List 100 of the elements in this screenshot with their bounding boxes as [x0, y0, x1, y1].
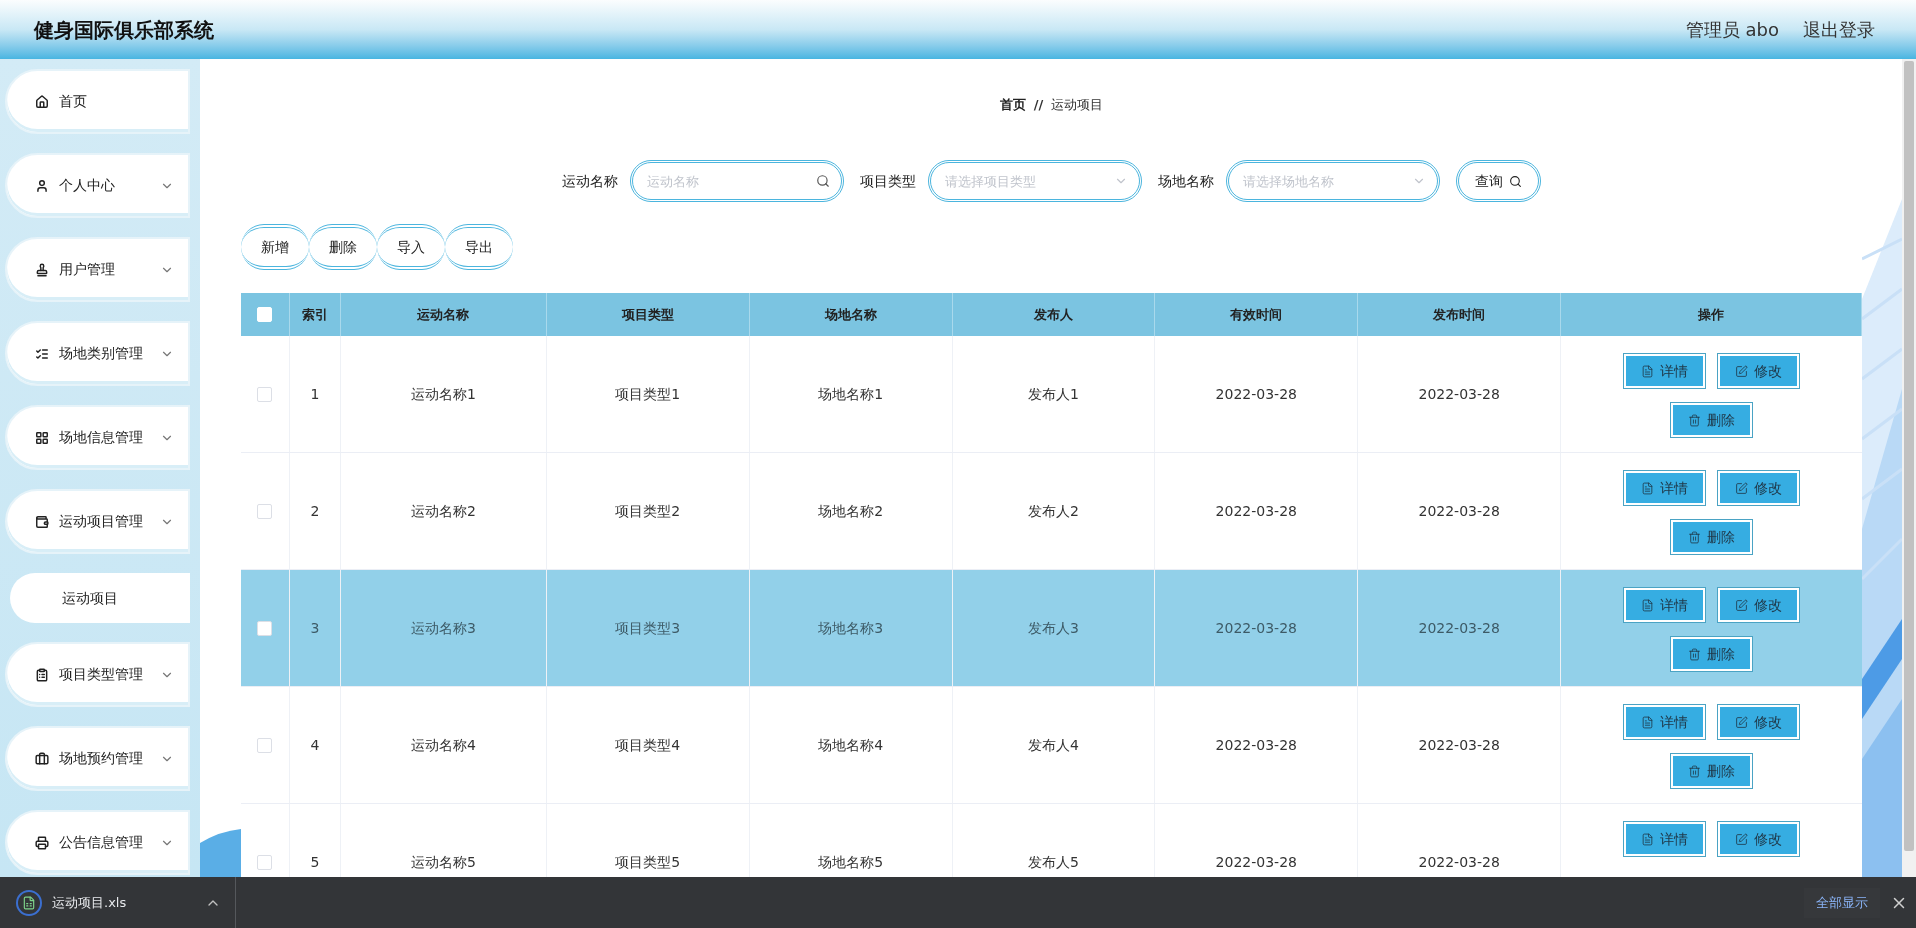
table-cell-text: 场地名称5 — [818, 852, 884, 872]
table-cell-text: 场地名称3 — [818, 618, 884, 638]
table-cell-text: 2022-03-28 — [1418, 384, 1500, 404]
table-cell-text: 运动名称4 — [410, 735, 476, 755]
search-icon — [1509, 174, 1522, 188]
table-cell-text: 项目类型2 — [615, 501, 681, 521]
table-row[interactable]: 3 运动名称3 项目类型3 场地名称3 发布人3 2022-03-28 2022-03-28 详情 修改 删除 — [241, 570, 1862, 687]
breadcrumb-item[interactable]: 首页 — [999, 95, 1026, 115]
table-cell-text: 运动名称2 — [410, 501, 476, 521]
action-button[interactable]: 修改 — [1718, 705, 1800, 739]
pencil-icon — [1735, 598, 1749, 612]
pencil-icon — [1735, 832, 1749, 846]
action-button[interactable]: 详情 — [1624, 822, 1706, 856]
table-cell-text: 2022-03-28 — [1215, 852, 1297, 872]
document-icon — [1641, 598, 1655, 612]
table-row[interactable]: 4 运动名称4 项目类型4 场地名称4 发布人4 2022-03-28 2022-03-28 详情 修改 删除 — [241, 687, 1862, 804]
sidebar-item[interactable]: 项目类型管理 — [5, 642, 190, 707]
download-file-name[interactable]: 运动项目.xls — [52, 892, 205, 913]
search-icon — [816, 174, 830, 188]
printer-icon — [35, 835, 49, 850]
table-cell-text: 2022-03-28 — [1418, 852, 1500, 872]
sidebar-item[interactable]: 个人中心 — [5, 153, 190, 218]
sidebar-item[interactable]: 首页 — [5, 69, 190, 134]
document-icon — [1641, 715, 1655, 729]
table-cell-text: 发布人5 — [1028, 852, 1079, 872]
pencil-icon — [1735, 364, 1749, 378]
document-icon — [1641, 832, 1655, 846]
table-cell-text: 2022-03-28 — [1215, 735, 1297, 755]
table-cell-text: 2022-03-28 — [1418, 618, 1500, 638]
table-cell-text: 1 — [310, 384, 320, 404]
action-button[interactable]: 详情 — [1624, 588, 1706, 622]
table-cell-text: 场地名称1 — [818, 384, 884, 404]
submenu-item[interactable]: 运动项目 — [10, 573, 190, 623]
table-cell-text: 2022-03-28 — [1418, 501, 1500, 521]
search-button[interactable]: 查询 — [1456, 160, 1541, 202]
sidebar-item[interactable]: 场地预约管理 — [5, 726, 190, 791]
briefcase-icon — [35, 751, 49, 766]
document-icon — [1641, 364, 1655, 378]
breadcrumb-item[interactable]: 运动项目 — [1051, 95, 1104, 115]
action-button[interactable]: 修改 — [1718, 822, 1800, 856]
pencil-icon — [1735, 481, 1749, 495]
select-field[interactable]: 请选择场地名称 — [1226, 160, 1440, 202]
table-cell-text: 场地名称2 — [818, 501, 884, 521]
table-row[interactable]: 1 运动名称1 项目类型1 场地名称1 发布人1 2022-03-28 2022-03-28 详情 修改 删除 — [241, 336, 1862, 453]
home-icon — [35, 94, 49, 109]
logout-link[interactable]: 退出登录 — [1803, 16, 1875, 43]
scrollbar[interactable] — [1902, 59, 1916, 877]
wallet-icon — [35, 514, 49, 529]
action-button[interactable]: 详情 — [1624, 354, 1706, 388]
app-title: 健身国际俱乐部系统 — [34, 16, 215, 44]
sidebar-item[interactable]: 场地信息管理 — [5, 405, 190, 470]
stamp-icon — [35, 262, 49, 277]
checkbox[interactable] — [257, 854, 273, 870]
table-cell-text: 项目类型4 — [615, 735, 681, 755]
toolbar-button[interactable]: 新增 — [241, 224, 309, 270]
toolbar-button[interactable]: 导入 — [377, 224, 445, 270]
field-label: 项目类型 — [860, 171, 916, 191]
grid-icon — [35, 430, 49, 445]
action-button[interactable]: 删除 — [1671, 637, 1753, 671]
trash-icon — [1688, 764, 1702, 778]
table-cell-text: 项目类型1 — [615, 384, 681, 404]
action-button[interactable]: 修改 — [1718, 588, 1800, 622]
search-field[interactable]: 运动名称 — [630, 160, 844, 202]
table-cell-text: 场地名称4 — [818, 735, 884, 755]
table-cell-text: 项目类型3 — [615, 618, 681, 638]
checkbox[interactable] — [257, 503, 273, 519]
document-icon — [1641, 481, 1655, 495]
action-button[interactable]: 删除 — [1671, 754, 1753, 788]
table-row[interactable]: 2 运动名称2 项目类型2 场地名称2 发布人2 2022-03-28 2022-03-28 详情 修改 删除 — [241, 453, 1862, 570]
table-cell-text: 2 — [310, 501, 320, 521]
action-button[interactable]: 删除 — [1671, 403, 1753, 437]
sidebar-item[interactable]: 公告信息管理 — [5, 810, 190, 875]
checkbox[interactable] — [257, 620, 273, 636]
toolbar-button[interactable]: 删除 — [309, 224, 377, 270]
wave-decoration — [200, 829, 241, 877]
table-cell-text: 运动名称3 — [410, 618, 476, 638]
checkbox[interactable] — [257, 737, 273, 753]
sidebar-item[interactable]: 用户管理 — [5, 237, 190, 302]
table-cell-text: 3 — [310, 618, 320, 638]
action-button[interactable]: 详情 — [1624, 705, 1706, 739]
trash-icon — [1688, 647, 1702, 661]
table-cell-text: 4 — [310, 735, 320, 755]
table-cell-text: 5 — [310, 852, 320, 872]
trash-icon — [1688, 413, 1702, 427]
sidebar-item[interactable]: 场地类别管理 — [5, 321, 190, 386]
field-label: 场地名称 — [1158, 171, 1214, 191]
checkbox[interactable] — [257, 386, 273, 402]
action-button[interactable]: 修改 — [1718, 354, 1800, 388]
select-field[interactable]: 请选择项目类型 — [928, 160, 1142, 202]
sidebar-item[interactable]: 运动项目管理 — [5, 489, 190, 554]
toolbar-button[interactable]: 导出 — [445, 224, 513, 270]
action-button[interactable]: 修改 — [1718, 471, 1800, 505]
trash-icon — [1688, 530, 1702, 544]
user-name: 管理员 abo — [1685, 18, 1779, 42]
table-cell-text: 项目类型5 — [615, 852, 681, 872]
table-cell-text: 2022-03-28 — [1215, 384, 1297, 404]
action-button[interactable]: 详情 — [1624, 471, 1706, 505]
action-button[interactable]: 删除 — [1671, 520, 1753, 554]
user-icon — [35, 178, 49, 193]
table-cell-text: 发布人1 — [1028, 384, 1079, 404]
